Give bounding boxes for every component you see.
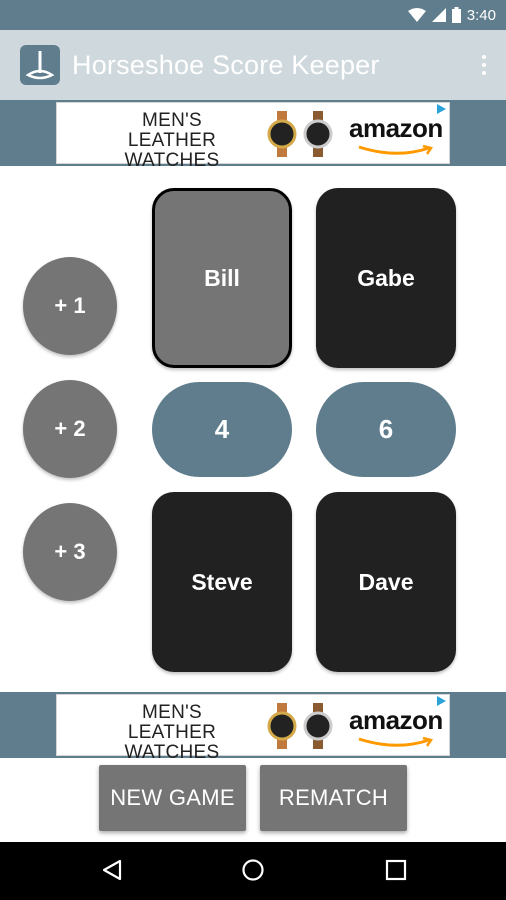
app-title: Horseshoe Score Keeper (72, 50, 380, 80)
watch-image-icon (267, 111, 333, 157)
plus-two-button[interactable]: + 2 (23, 380, 117, 478)
adchoices-icon[interactable] (435, 103, 447, 115)
battery-icon (451, 7, 461, 23)
player-name: Gabe (357, 264, 415, 291)
team-left-score[interactable]: 4 (152, 382, 292, 477)
ad-strip-bottom: MEN'S LEATHER WATCHES amazon (0, 692, 506, 763)
amazon-logo: amazon (349, 113, 443, 143)
ad-strip-top: MEN'S LEATHER WATCHES amazon (0, 100, 506, 171)
system-nav-bar (0, 842, 506, 900)
wifi-icon (407, 8, 426, 22)
ad-headline-line1: MEN'S LEATHER (127, 110, 217, 151)
watch-image-icon (267, 703, 333, 749)
adchoices-icon[interactable] (435, 695, 447, 707)
plus-three-button[interactable]: + 3 (23, 503, 117, 601)
ad-headline: MEN'S LEATHER WATCHES (97, 111, 247, 171)
home-icon[interactable] (241, 858, 265, 882)
score-value: 4 (214, 414, 230, 444)
amazon-logo: amazon (349, 705, 443, 735)
horseshoe-app-icon (20, 45, 60, 85)
score-value: 6 (378, 414, 394, 444)
player-name: Dave (358, 568, 414, 595)
player-card-gabe[interactable]: Gabe (316, 188, 456, 368)
player-card-steve[interactable]: Steve (152, 492, 292, 672)
recents-icon[interactable] (384, 858, 408, 882)
status-time: 3:40 (466, 6, 496, 24)
ad-banner-top[interactable]: MEN'S LEATHER WATCHES amazon (56, 102, 450, 171)
player-name: Bill (204, 264, 240, 291)
plus-one-button[interactable]: + 1 (23, 257, 117, 355)
amazon-smile-icon (358, 145, 434, 155)
ad-banner-bottom[interactable]: MEN'S LEATHER WATCHES amazon (56, 694, 450, 763)
status-bar: 3:40 (0, 0, 506, 30)
ad-headline-line2: WATCHES (124, 742, 220, 763)
overflow-menu-icon[interactable] (476, 50, 492, 80)
app-bar: Horseshoe Score Keeper (0, 30, 506, 100)
player-card-dave[interactable]: Dave (316, 492, 456, 672)
player-name: Steve (191, 568, 253, 595)
player-card-bill[interactable]: Bill (152, 188, 292, 368)
amazon-smile-icon (358, 737, 434, 747)
ad-headline: MEN'S LEATHER WATCHES (97, 703, 247, 763)
ad-headline-line2: WATCHES (124, 150, 220, 171)
new-game-button[interactable]: NEW GAME (99, 765, 246, 831)
status-icons: 3:40 (407, 0, 496, 30)
ad-headline-line1: MEN'S LEATHER (127, 702, 217, 743)
rematch-button[interactable]: REMATCH (260, 765, 407, 831)
back-icon[interactable] (100, 858, 124, 882)
signal-icon (431, 8, 446, 22)
team-right-score[interactable]: 6 (316, 382, 456, 477)
